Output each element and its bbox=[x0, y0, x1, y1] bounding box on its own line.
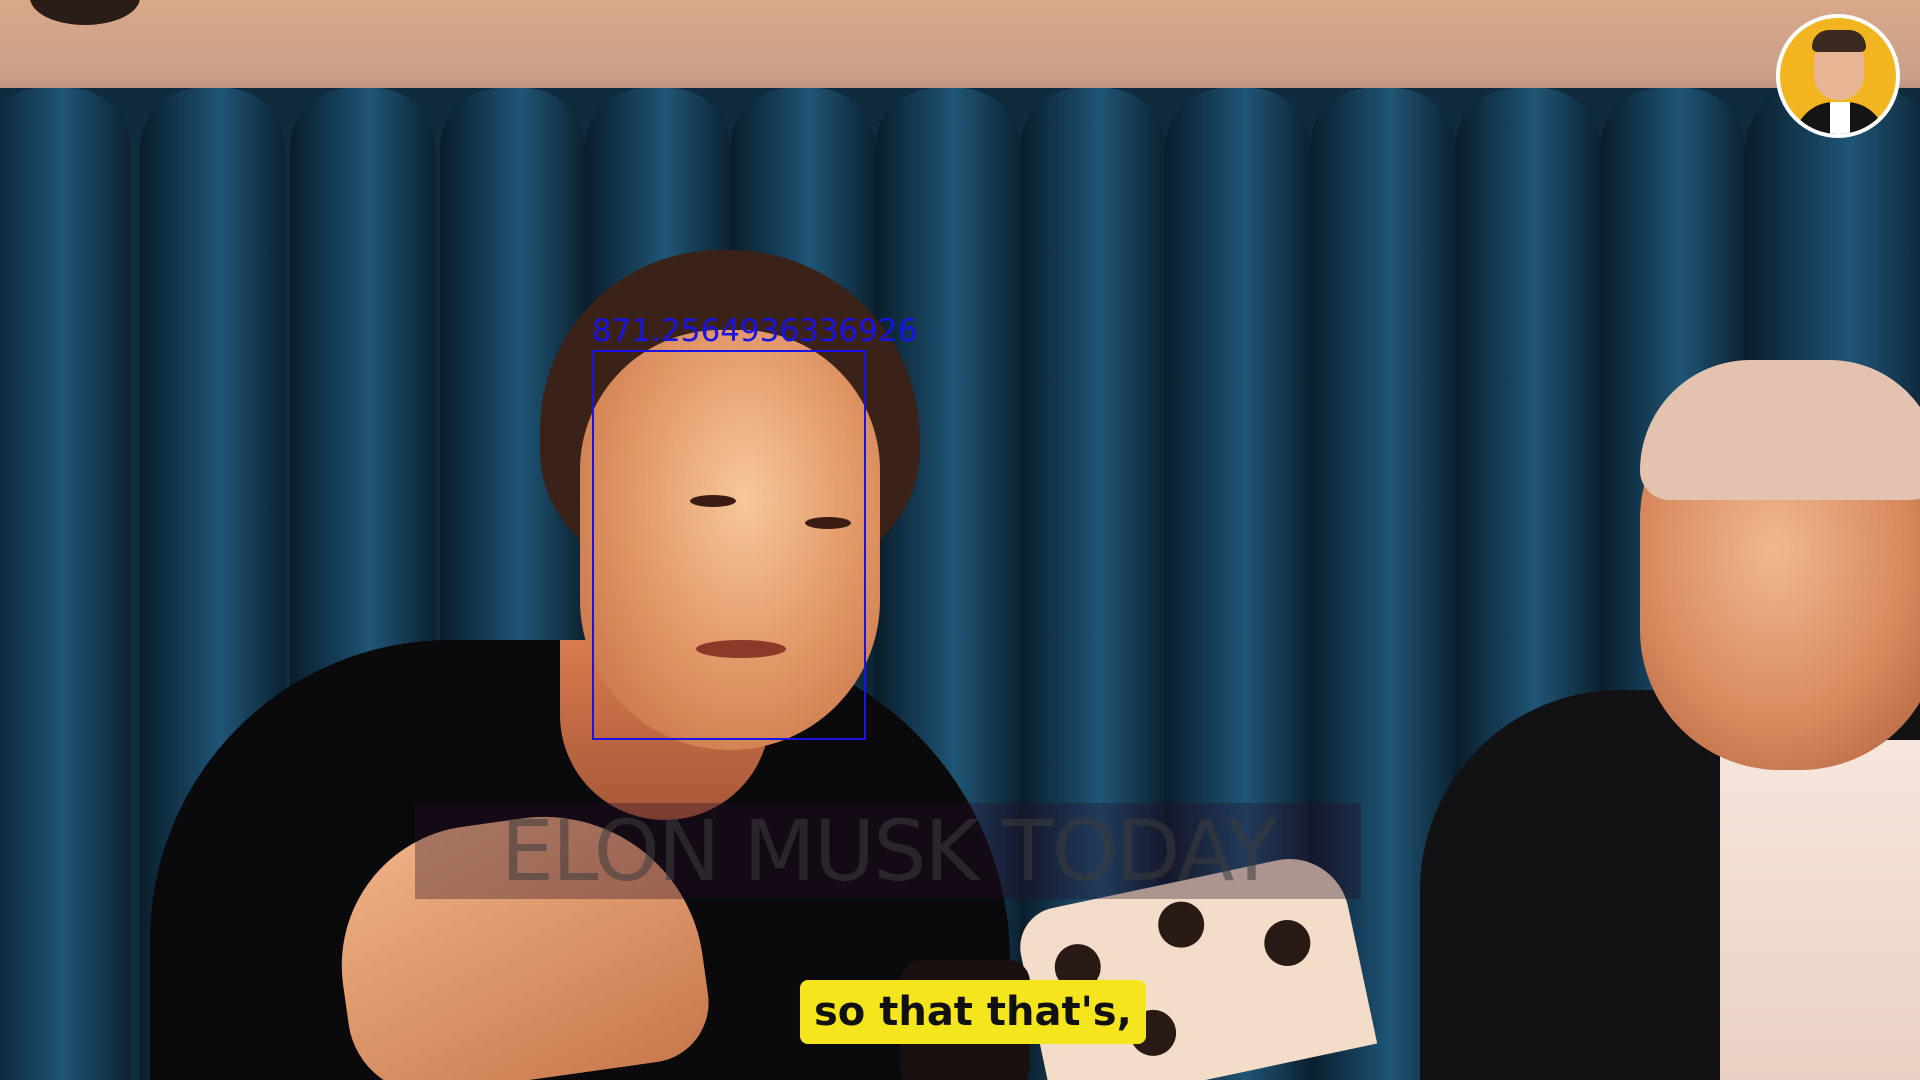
companion-shirt bbox=[1720, 740, 1920, 1080]
pillow-pattern bbox=[1260, 915, 1315, 971]
watermark-text: ELON MUSK TODAY bbox=[500, 802, 1277, 900]
face-detection-label: 871.2564936336926 bbox=[592, 313, 918, 349]
channel-watermark: ELON MUSK TODAY bbox=[415, 802, 1361, 900]
booth-panel bbox=[0, 88, 130, 1080]
avatar-shirt bbox=[1830, 102, 1850, 134]
pillow-pattern bbox=[1153, 897, 1209, 952]
channel-avatar-icon[interactable] bbox=[1776, 14, 1900, 138]
subtitle-caption: so that that's, bbox=[800, 980, 1146, 1044]
face-detection-box bbox=[592, 350, 866, 740]
avatar-hair bbox=[1812, 30, 1866, 52]
caption-text: so that that's, bbox=[814, 989, 1132, 1035]
video-frame: ELON MUSK TODAY 871.2564936336926 so tha… bbox=[0, 0, 1920, 1080]
